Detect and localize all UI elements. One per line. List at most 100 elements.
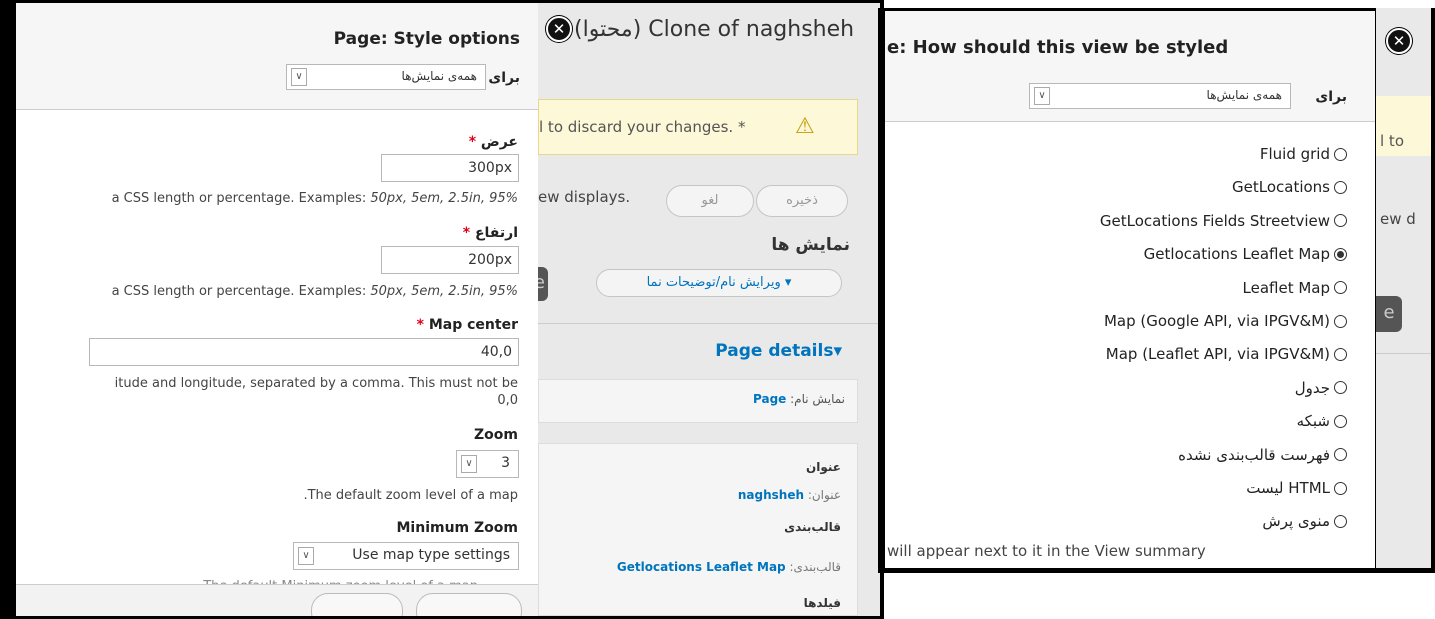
width-desc-examples: 50px, 5em, 2.5in, 95% <box>370 191 518 206</box>
zoom-description: .The default zoom level of a map <box>303 488 518 503</box>
format-heading: قالب‌بندی <box>784 520 841 534</box>
radio-button[interactable] <box>1334 448 1347 462</box>
map-center-input[interactable]: 40,0 <box>89 338 519 366</box>
required-mark: * <box>468 134 477 150</box>
title-value[interactable]: naghsheh <box>738 488 804 502</box>
for-select-value: همه‌ی نمایش‌ها <box>401 69 477 83</box>
style-option-label: Fluid grid <box>1259 145 1330 163</box>
chevron-down-icon: ∨ <box>291 68 307 86</box>
style-option-label: لیست HTML <box>1246 479 1330 497</box>
displays-fragment: ew d <box>1380 210 1416 228</box>
displays-text: ew displays. <box>538 188 631 206</box>
style-option-label: Map (Google API, via IPGV&M) <box>1103 312 1330 330</box>
style-type-dialog: e: How should this view be styled برای ه… <box>885 11 1375 568</box>
save-button[interactable]: ذخیره <box>756 185 848 217</box>
format-label: قالب‌بندی: <box>789 560 841 574</box>
edit-name-label: ویرایش نام/توضیحات نما <box>646 275 781 290</box>
warning-fragment: l to <box>1380 132 1404 150</box>
style-option-row[interactable]: جدول <box>1295 379 1347 397</box>
style-option-row[interactable]: Getlocations Leaflet Map <box>1144 245 1347 263</box>
style-option-label: جدول <box>1294 378 1330 397</box>
format-value[interactable]: Getlocations Leaflet Map <box>617 560 786 574</box>
footer-cancel-button[interactable] <box>311 593 403 616</box>
radio-button[interactable] <box>1334 314 1347 328</box>
radio-button[interactable] <box>1334 214 1347 228</box>
map-center-description-line2: 0,0 <box>497 393 518 408</box>
radio-button[interactable] <box>1334 147 1347 161</box>
for-select[interactable]: همه‌ی نمایش‌ها ∨ <box>286 64 486 90</box>
left-screenshot: (محتوا) Clone of naghsheh l to discard y… <box>0 0 884 619</box>
for-select[interactable]: همه‌ی نمایش‌ها ∨ <box>1029 83 1291 109</box>
warning-icon: ⚠ <box>795 114 815 139</box>
dialog-header: e: How should this view be styled برای ه… <box>885 11 1375 122</box>
edit-name-dropdown[interactable]: ▾ ویرایش نام/توضیحات نما <box>596 269 842 297</box>
radio-button[interactable] <box>1334 514 1347 528</box>
radio-button[interactable] <box>1334 281 1347 295</box>
style-option-label: Map (Leaflet API, via IPGV&M) <box>1105 345 1330 364</box>
required-mark: * <box>462 225 471 241</box>
page-details-toggle[interactable]: Page details▾ <box>715 341 842 361</box>
display-name-label: نمایش نام: <box>790 392 845 406</box>
radio-button[interactable] <box>1334 347 1347 361</box>
dialog-header: Page: Style options برای همه‌ی نمایش‌ها … <box>16 3 538 110</box>
style-option-label: منوی پرش <box>1262 512 1330 531</box>
style-option-row[interactable]: GetLocations Fields Streetview <box>1100 212 1347 230</box>
style-option-row[interactable]: فهرست قالب‌بندی نشده <box>1178 446 1347 464</box>
warning-box: l to discard your changes. * ⚠ <box>538 99 858 155</box>
style-option-row[interactable]: GetLocations <box>1232 178 1347 196</box>
close-icon[interactable]: ✕ <box>546 16 572 42</box>
dialog-footer <box>16 584 538 616</box>
map-center-label: * Map center <box>417 317 518 333</box>
radio-button[interactable] <box>1334 180 1347 194</box>
title-label: عنوان: <box>807 488 841 502</box>
warning-text: l to discard your changes. * <box>539 118 746 136</box>
style-option-row[interactable]: Fluid grid <box>1260 145 1347 163</box>
footer-apply-button[interactable] <box>416 593 522 616</box>
cancel-button[interactable]: لغو <box>666 185 754 217</box>
chevron-down-icon: ∨ <box>1034 87 1050 105</box>
radio-button[interactable] <box>1334 481 1347 495</box>
chevron-down-icon: ∨ <box>298 547 314 565</box>
for-label: برای <box>1315 89 1347 105</box>
min-zoom-select-value: Use map type settings <box>352 547 510 563</box>
close-icon[interactable]: ✕ <box>1386 28 1412 54</box>
style-option-row[interactable]: لیست HTML <box>1246 479 1347 497</box>
fields-heading: فیلدها <box>803 596 841 610</box>
height-desc-prefix: a CSS length or percentage. Examples: <box>111 284 371 299</box>
min-zoom-label: Minimum Zoom <box>396 520 519 536</box>
chevron-down-icon: ▾ <box>833 341 842 361</box>
width-input[interactable]: 300px <box>381 154 519 182</box>
side-button[interactable]: e <box>1376 296 1402 332</box>
right-background: l to ew d e <box>1376 8 1431 568</box>
side-button[interactable]: e <box>538 267 548 301</box>
zoom-select[interactable]: 3 ∨ <box>456 450 519 478</box>
style-option-label: Leaflet Map <box>1242 278 1331 297</box>
height-desc-examples: 50px, 5em, 2.5in, 95% <box>370 284 518 299</box>
radio-button[interactable] <box>1334 247 1347 261</box>
page-details-label: Page details <box>715 341 834 361</box>
radio-button[interactable] <box>1334 414 1347 428</box>
title-row[interactable]: عنوان: naghsheh <box>738 488 841 502</box>
map-center-description: itude and longitude, separated by a comm… <box>114 376 518 391</box>
display-name-value[interactable]: Page <box>753 392 786 406</box>
width-label: * عرض <box>469 134 518 150</box>
zoom-select-value: 3 <box>501 455 510 471</box>
title-heading: عنوان <box>806 460 841 474</box>
radio-button[interactable] <box>1334 381 1347 395</box>
height-label-text: ارتفاع <box>474 225 518 241</box>
style-option-row[interactable]: Map (Leaflet API, via IPGV&M) <box>1106 345 1347 363</box>
width-description: a CSS length or percentage. Examples: 50… <box>112 191 518 206</box>
height-input[interactable]: 200px <box>381 246 519 274</box>
zoom-label: Zoom <box>474 427 518 443</box>
style-option-label: شبکه <box>1296 412 1330 431</box>
style-option-row[interactable]: Map (Google API, via IPGV&M) <box>1104 312 1347 330</box>
style-option-row[interactable]: Leaflet Map <box>1242 278 1347 297</box>
dialog-title: e: How should this view be styled <box>887 37 1229 58</box>
format-row[interactable]: قالب‌بندی: Getlocations Leaflet Map <box>617 560 841 574</box>
style-option-label: GetLocations Fields Streetview <box>1099 211 1330 230</box>
for-label: برای <box>488 70 520 86</box>
min-zoom-select[interactable]: Use map type settings ∨ <box>293 542 519 570</box>
style-option-row[interactable]: شبکه <box>1297 412 1347 430</box>
style-option-label: GetLocations <box>1232 178 1330 197</box>
style-option-row[interactable]: منوی پرش <box>1262 512 1347 530</box>
